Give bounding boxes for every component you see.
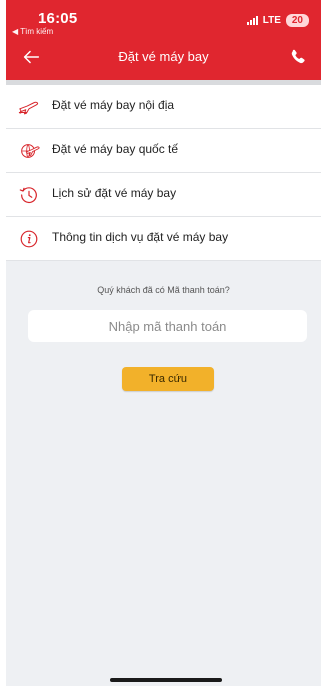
menu-item-history[interactable]: Lịch sử đặt vé máy bay: [6, 173, 321, 217]
app-screen: 16:05 ◀ Tìm kiếm LTE 20 Đặt vé máy bay Đ…: [6, 0, 321, 686]
status-time: 16:05: [38, 10, 78, 27]
status-indicators: LTE 20: [246, 14, 309, 27]
page-title: Đặt vé máy bay: [118, 49, 209, 64]
menu-item-domestic[interactable]: Đặt vé máy bay nội địa: [6, 85, 321, 129]
lookup-button[interactable]: Tra cứu: [122, 367, 214, 391]
info-icon: [20, 230, 38, 248]
network-label: LTE: [262, 15, 281, 26]
menu-item-service-info[interactable]: Thông tin dịch vụ đặt vé máy bay: [6, 217, 321, 261]
battery-badge: 20: [285, 14, 309, 27]
payment-code-question: Quý khách đã có Mã thanh toán?: [97, 285, 230, 295]
menu-item-label: Lịch sử đặt vé máy bay: [52, 186, 177, 200]
menu-item-international[interactable]: Đặt vé máy bay quốc tế: [6, 129, 321, 173]
home-indicator[interactable]: [110, 678, 222, 682]
history-clock-icon: [19, 187, 37, 204]
menu-item-label: Đặt vé máy bay nội địa: [52, 98, 175, 112]
nav-bar: Đặt vé máy bay: [6, 40, 321, 74]
menu-item-label: Thông tin dịch vụ đặt vé máy bay: [52, 230, 229, 244]
payment-code-input[interactable]: [28, 310, 307, 342]
plane-globe-icon: [21, 144, 40, 158]
service-menu: Đặt vé máy bay nội địa Đặt vé máy bay qu…: [6, 85, 321, 261]
signal-icon: [246, 16, 258, 25]
phone-icon[interactable]: [287, 46, 309, 68]
plane-domestic-icon: [18, 101, 39, 115]
status-back-link[interactable]: ◀ Tìm kiếm: [12, 27, 53, 36]
menu-item-label: Đặt vé máy bay quốc tế: [52, 142, 179, 156]
app-header: 16:05 ◀ Tìm kiếm LTE 20 Đặt vé máy bay: [6, 0, 321, 80]
